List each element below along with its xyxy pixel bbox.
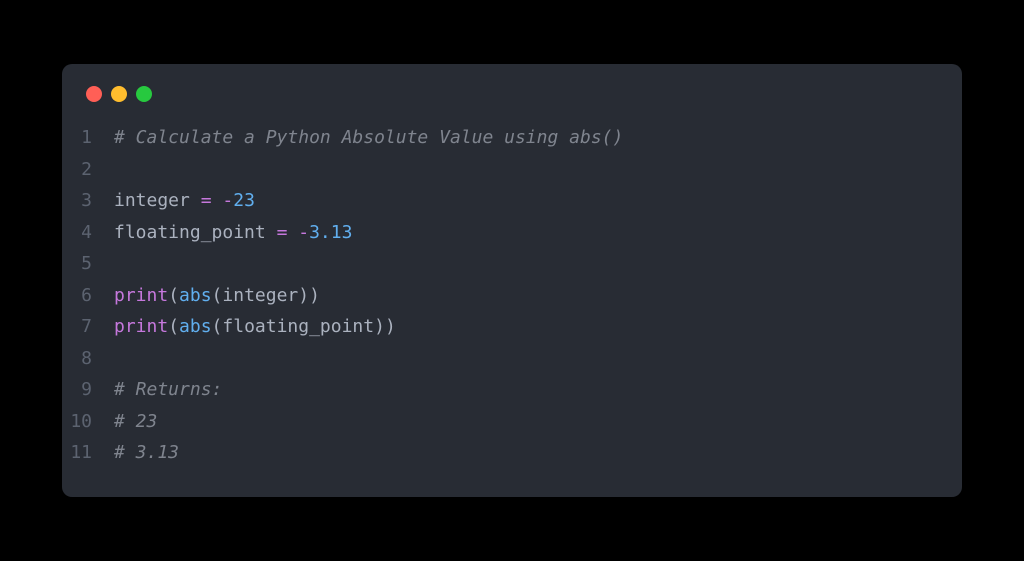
token-identifier: integer xyxy=(222,285,298,306)
line-number: 9 xyxy=(62,374,114,406)
code-line: 7print(abs(floating_point)) xyxy=(62,311,962,343)
token-paren: ( xyxy=(168,285,179,306)
line-content xyxy=(114,248,125,280)
line-content: integer = -23 xyxy=(114,185,255,217)
close-icon[interactable] xyxy=(86,86,102,102)
token-paren: ( xyxy=(168,316,179,337)
token-identifier: floating_point xyxy=(114,222,266,243)
line-content: # Returns: xyxy=(114,374,222,406)
line-number: 7 xyxy=(62,311,114,343)
token-comment: # Calculate a Python Absolute Value usin… xyxy=(114,127,623,148)
token-identifier: integer xyxy=(114,190,190,211)
token-builtin: print xyxy=(114,316,168,337)
code-line: 9# Returns: xyxy=(62,374,962,406)
code-line: 6print(abs(integer)) xyxy=(62,280,962,312)
token-number-minus: - xyxy=(222,190,233,211)
token-identifier xyxy=(266,222,277,243)
token-identifier xyxy=(287,222,298,243)
line-content xyxy=(114,343,125,375)
code-line: 10# 23 xyxy=(62,406,962,438)
token-paren: ( xyxy=(212,316,223,337)
line-number: 4 xyxy=(62,217,114,249)
token-number: 23 xyxy=(233,190,255,211)
code-line: 4floating_point = -3.13 xyxy=(62,217,962,249)
line-number: 5 xyxy=(62,248,114,280)
token-operator: = xyxy=(277,222,288,243)
token-builtin: print xyxy=(114,285,168,306)
token-identifier: floating_point xyxy=(222,316,374,337)
token-comment: # 23 xyxy=(114,411,157,432)
line-content: print(abs(integer)) xyxy=(114,280,320,312)
code-line: 11# 3.13 xyxy=(62,437,962,469)
token-function: abs xyxy=(179,316,212,337)
minimize-icon[interactable] xyxy=(111,86,127,102)
maximize-icon[interactable] xyxy=(136,86,152,102)
line-number: 11 xyxy=(62,437,114,469)
code-area: 1# Calculate a Python Absolute Value usi… xyxy=(62,116,962,497)
line-number: 6 xyxy=(62,280,114,312)
line-number: 8 xyxy=(62,343,114,375)
token-paren: ( xyxy=(212,285,223,306)
line-content: print(abs(floating_point)) xyxy=(114,311,396,343)
line-content: # Calculate a Python Absolute Value usin… xyxy=(114,122,623,154)
token-operator: = xyxy=(201,190,212,211)
token-identifier xyxy=(212,190,223,211)
token-comment: # 3.13 xyxy=(114,442,179,463)
code-line: 2 xyxy=(62,154,962,186)
code-line: 5 xyxy=(62,248,962,280)
token-number: 3.13 xyxy=(309,222,352,243)
code-line: 8 xyxy=(62,343,962,375)
line-number: 1 xyxy=(62,122,114,154)
code-line: 1# Calculate a Python Absolute Value usi… xyxy=(62,122,962,154)
token-identifier xyxy=(190,190,201,211)
line-content: # 3.13 xyxy=(114,437,179,469)
line-content: floating_point = -3.13 xyxy=(114,217,352,249)
token-number-minus: - xyxy=(298,222,309,243)
token-paren: )) xyxy=(374,316,396,337)
code-line: 3integer = -23 xyxy=(62,185,962,217)
line-number: 3 xyxy=(62,185,114,217)
line-content xyxy=(114,154,125,186)
token-comment: # Returns: xyxy=(114,379,222,400)
line-number: 2 xyxy=(62,154,114,186)
line-content: # 23 xyxy=(114,406,157,438)
token-function: abs xyxy=(179,285,212,306)
code-window: 1# Calculate a Python Absolute Value usi… xyxy=(62,64,962,497)
line-number: 10 xyxy=(62,406,114,438)
titlebar xyxy=(62,64,962,116)
token-paren: )) xyxy=(298,285,320,306)
